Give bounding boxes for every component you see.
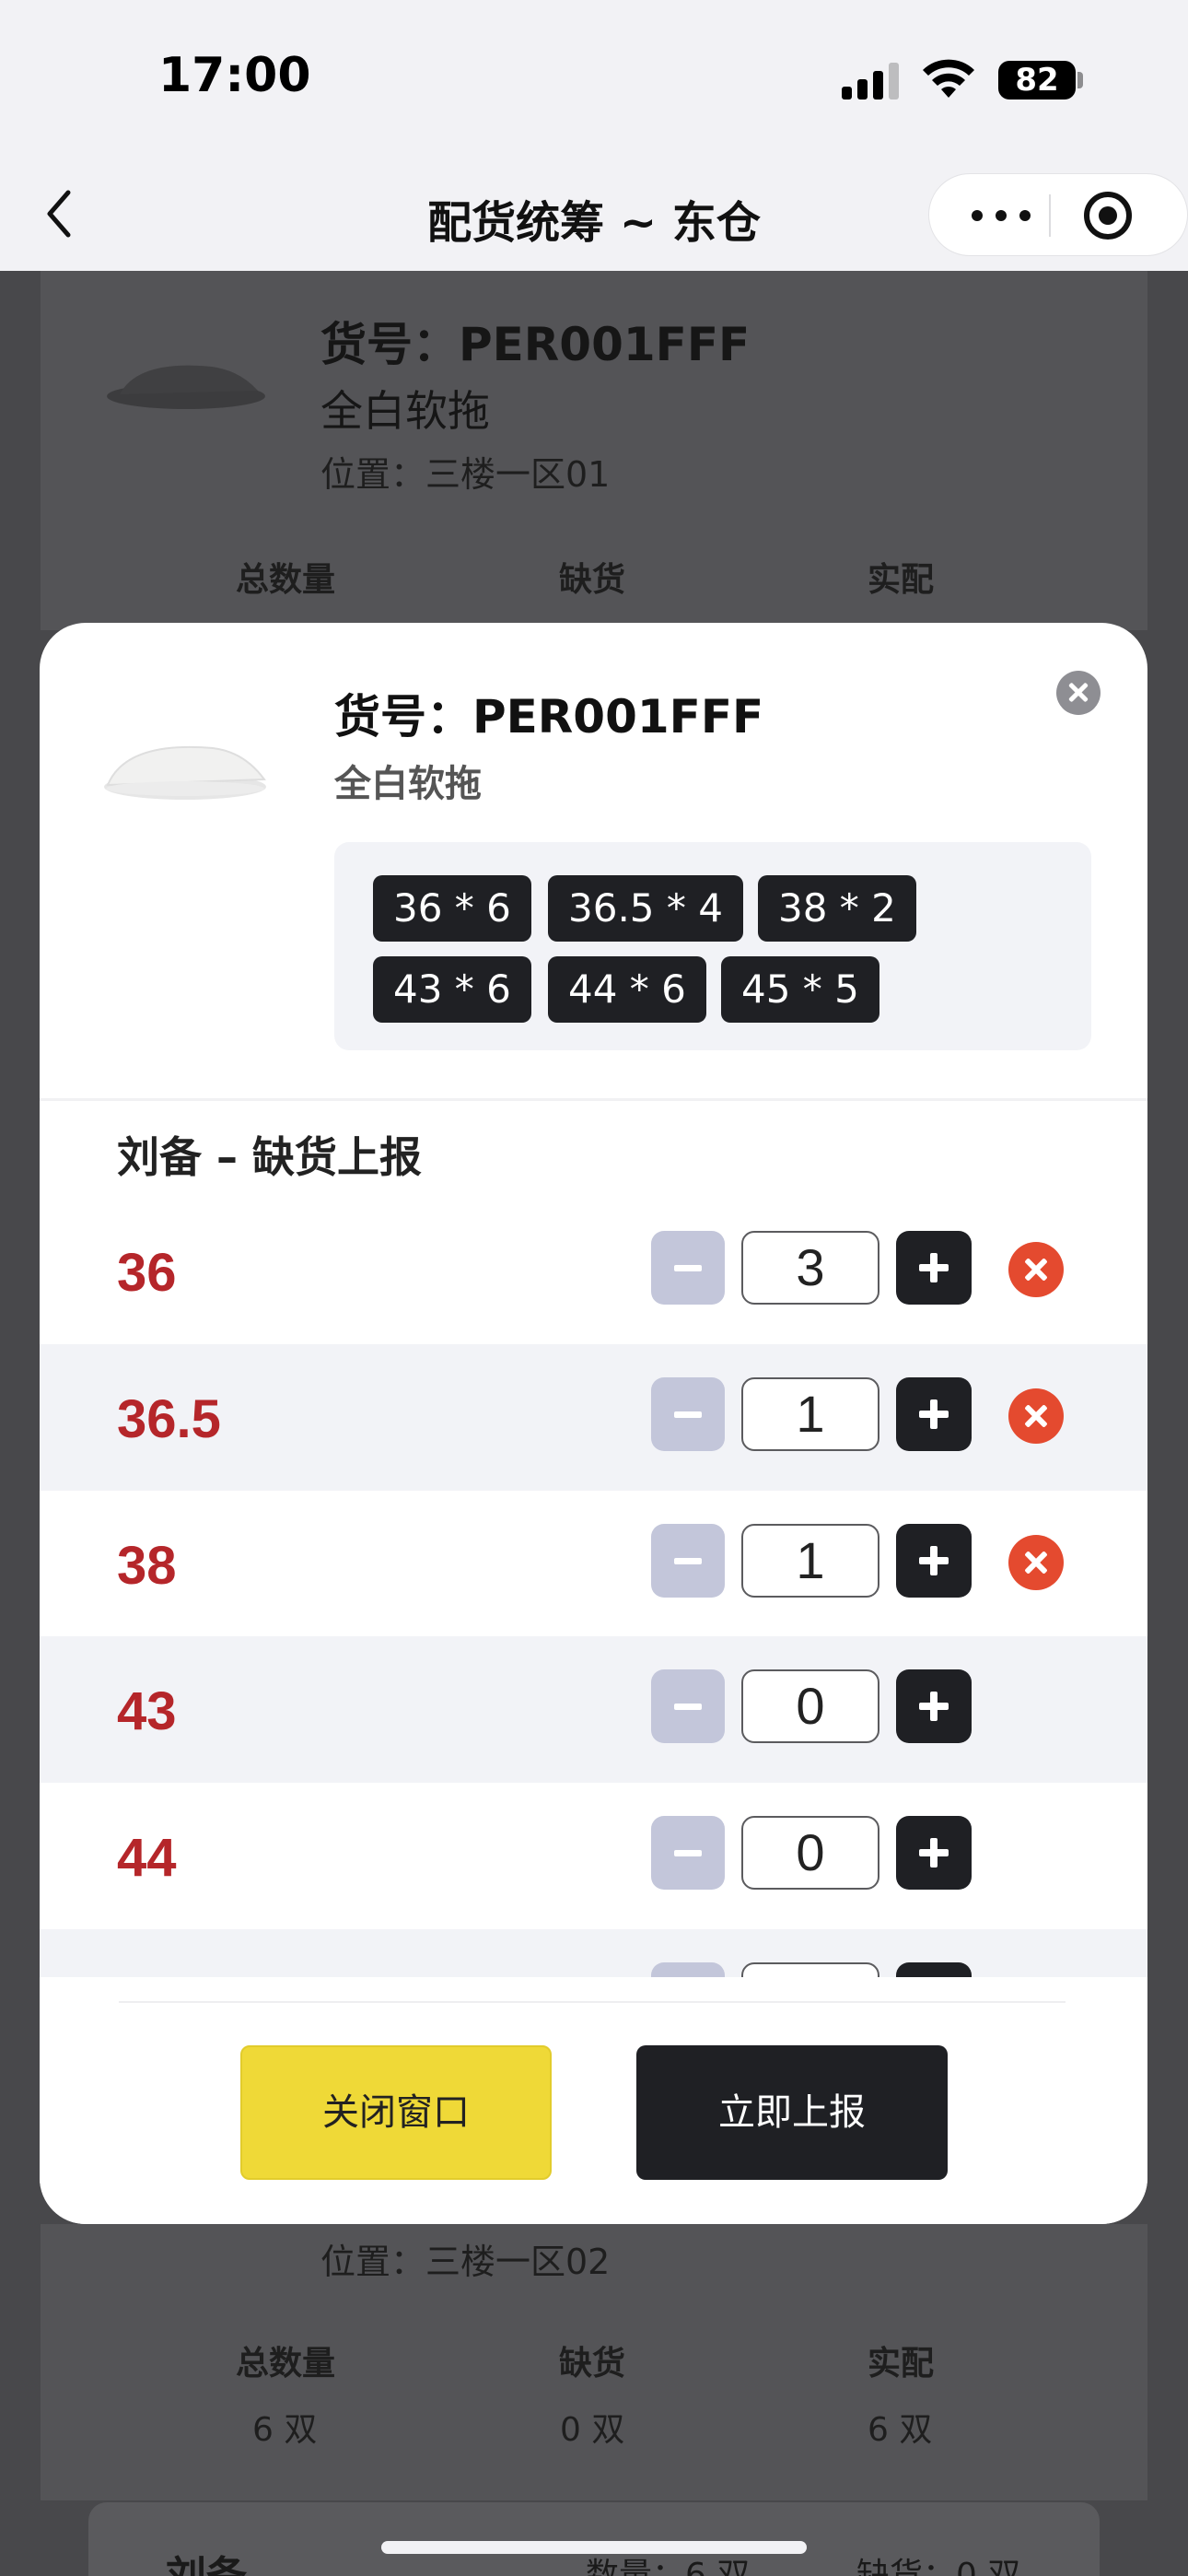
cellular-signal-icon [842, 63, 901, 100]
shortage-row: 36.5 1 [40, 1344, 1147, 1491]
quantity-input[interactable]: 1 [741, 1524, 879, 1598]
remove-row-icon[interactable] [1008, 1388, 1064, 1444]
size-label: 38 [117, 1536, 177, 1596]
size-label: 43 [117, 1681, 177, 1741]
decrement-button[interactable] [651, 1231, 725, 1305]
size-summary: 36 * 6 36.5 * 4 38 * 2 43 * 6 44 * 6 45 … [334, 842, 1091, 1050]
bg-shortage-value-2: 0 双 [560, 2411, 625, 2449]
bg-goods-name: 全白软拖 [320, 386, 490, 436]
decrement-button[interactable] [651, 1377, 725, 1451]
bg-location: 位置：三楼一区01 [320, 454, 611, 495]
size-label: 36 [117, 1243, 177, 1303]
report-title: 刘备 – 缺货上报 [117, 1132, 423, 1182]
goods-number: 货号：PER001FFF [334, 690, 764, 744]
quantity-input[interactable]: 1 [741, 1377, 879, 1451]
battery-icon: 82 [998, 61, 1076, 100]
status-time: 17:00 [158, 48, 311, 103]
bg-store-name: 刘备 [166, 2543, 247, 2576]
bg-store-shortage: 缺货：0 双 [856, 2557, 1021, 2576]
increment-button[interactable] [896, 1816, 972, 1890]
footer-divider [119, 2001, 1066, 2003]
mini-program-capsule [928, 173, 1188, 256]
decrement-button[interactable] [651, 1524, 725, 1598]
bg-actual-label: 实配 [868, 561, 935, 599]
battery-cap [1077, 72, 1083, 88]
bg-total-value-2: 6 双 [252, 2411, 318, 2449]
size-chip: 43 * 6 [373, 956, 531, 1023]
bg-actual-label-2: 实配 [868, 2345, 935, 2383]
increment-button[interactable] [896, 1231, 972, 1305]
home-indicator [381, 2541, 807, 2554]
divider [40, 1098, 1147, 1101]
size-chip: 36 * 6 [373, 875, 531, 942]
size-label: 36.5 [117, 1389, 221, 1449]
quantity-input[interactable]: 0 [741, 1669, 879, 1743]
bg-goods-no: 货号：PER001FFF [320, 318, 751, 371]
status-bar: 17:00 82 [0, 0, 1188, 158]
increment-button[interactable] [896, 1669, 972, 1743]
bg-actual-value-2: 6 双 [868, 2411, 933, 2449]
modal-footer [40, 1977, 1147, 2224]
slipper-thumbnail [107, 365, 265, 409]
shortage-row: 36 3 [40, 1198, 1147, 1344]
close-window-button[interactable]: 关闭窗口 [240, 2045, 552, 2180]
submit-report-button[interactable]: 立即上报 [636, 2045, 948, 2180]
shortage-report-modal: 货号：PER001FFF 全白软拖 36 * 6 36.5 * 4 38 * 2… [40, 623, 1147, 2224]
more-icon[interactable] [972, 197, 1036, 234]
shortage-row: 38 1 [40, 1491, 1147, 1637]
bg-location-2: 位置：三楼一区02 [320, 2242, 611, 2282]
close-icon[interactable] [1056, 671, 1101, 715]
wifi-icon [923, 59, 974, 98]
size-chip: 36.5 * 4 [548, 875, 743, 942]
quantity-input[interactable]: 0 [741, 1816, 879, 1890]
increment-button[interactable] [896, 1377, 972, 1451]
decrement-button[interactable] [651, 1816, 725, 1890]
bg-total-label: 总数量 [236, 561, 336, 599]
shortage-list: 36 3 36.5 1 38 1 [40, 1198, 1147, 1677]
bg-shortage-label: 缺货 [559, 561, 626, 599]
shortage-list-continued: 43 0 44 0 45 0 [40, 1636, 1147, 2003]
nav-bar: 配货统筹 ~ 东仓 [0, 158, 1188, 271]
remove-row-icon[interactable] [1008, 1242, 1064, 1297]
capsule-divider [1049, 194, 1051, 237]
size-chip: 45 * 5 [721, 956, 879, 1023]
size-chip: 44 * 6 [548, 956, 706, 1023]
slipper-image [104, 745, 266, 800]
shortage-row: 43 0 [40, 1636, 1147, 1783]
size-chip: 38 * 2 [758, 875, 916, 942]
shortage-row: 44 0 [40, 1783, 1147, 1929]
remove-row-icon[interactable] [1008, 1535, 1064, 1590]
decrement-button[interactable] [651, 1669, 725, 1743]
quantity-input[interactable]: 3 [741, 1231, 879, 1305]
size-label: 44 [117, 1828, 177, 1888]
bg-total-label-2: 总数量 [236, 2345, 336, 2383]
close-miniprogram-icon[interactable] [1084, 192, 1132, 240]
increment-button[interactable] [896, 1524, 972, 1598]
bg-shortage-label-2: 缺货 [559, 2345, 626, 2383]
goods-name: 全白软拖 [334, 763, 482, 805]
